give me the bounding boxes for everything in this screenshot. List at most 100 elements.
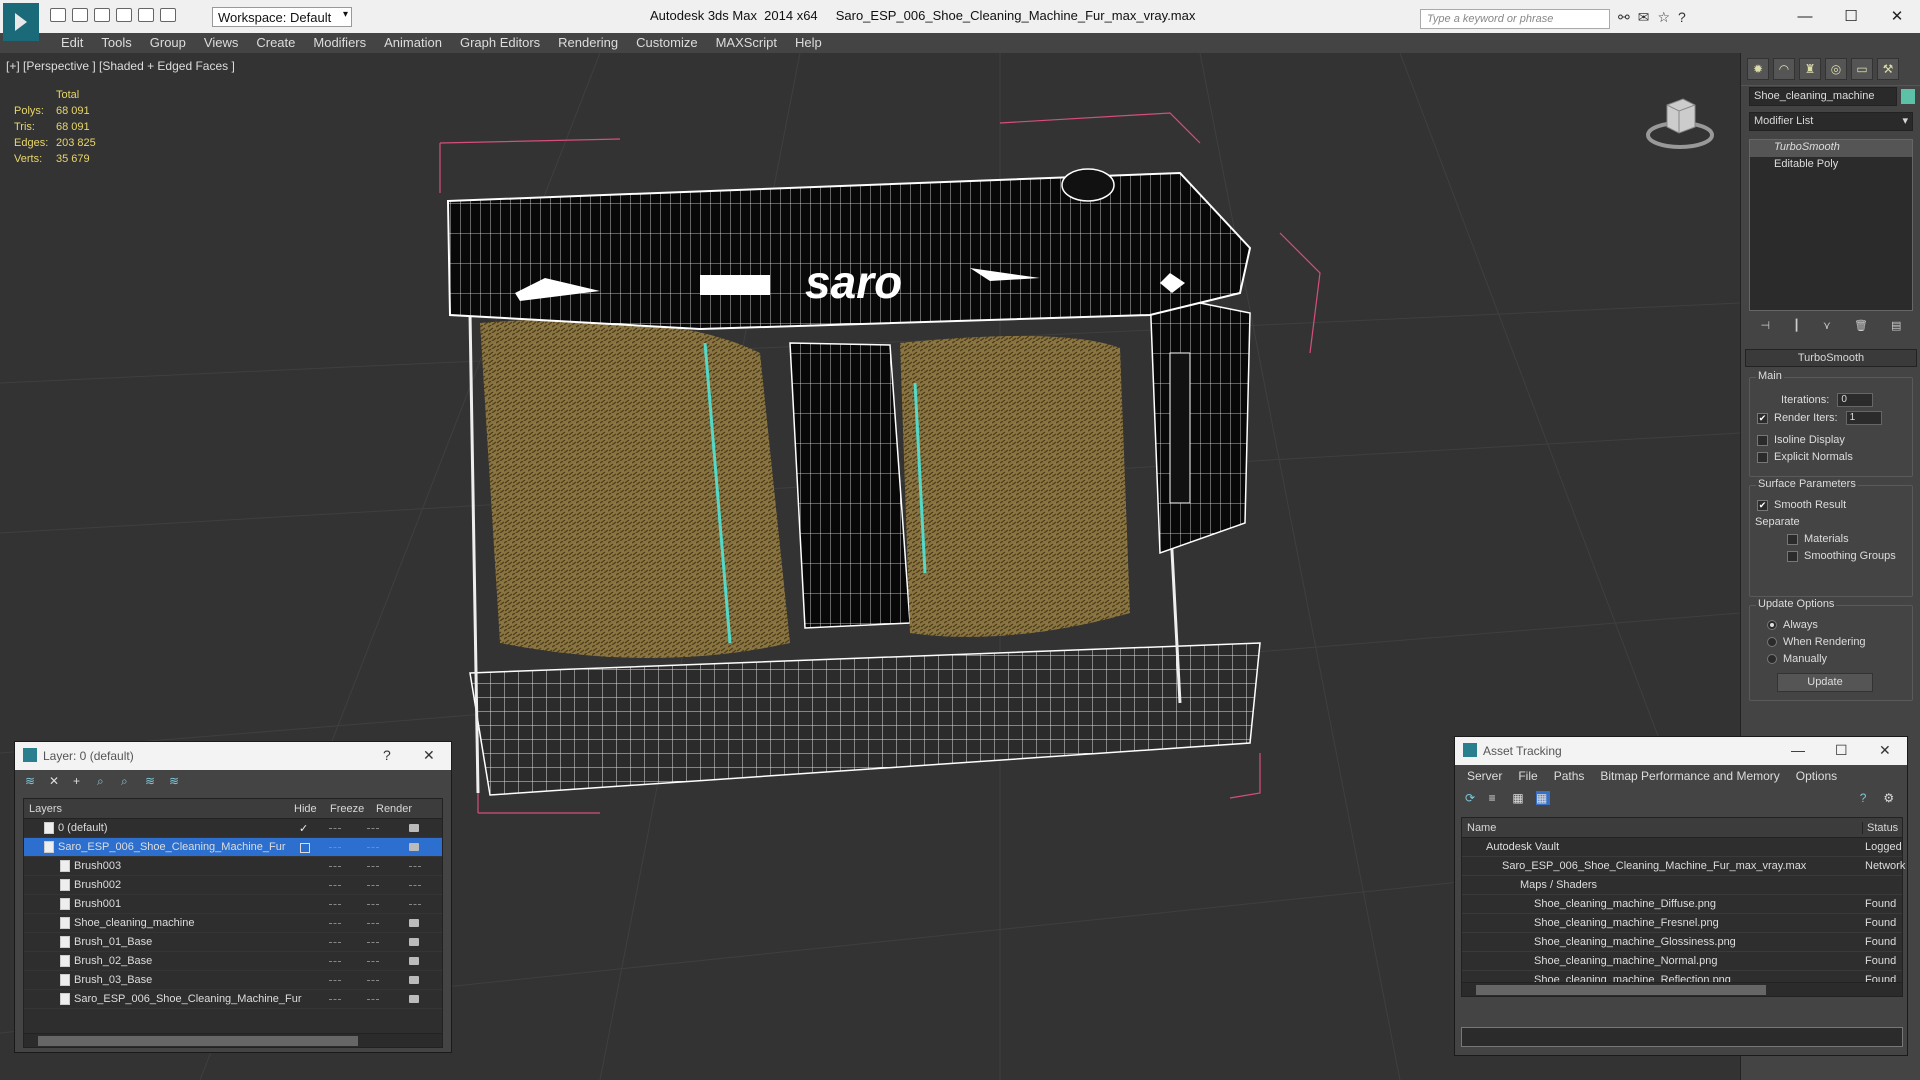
- redo-icon[interactable]: [138, 8, 154, 22]
- modifier-list-dropdown[interactable]: Modifier List: [1749, 112, 1913, 131]
- utilities-tab-icon[interactable]: ⚒: [1877, 58, 1899, 80]
- layer-horizontal-scrollbar[interactable]: [24, 1033, 442, 1047]
- menu-views[interactable]: Views: [195, 33, 247, 53]
- open-file-icon[interactable]: [72, 8, 88, 22]
- explicit-normals-checkbox[interactable]: [1757, 451, 1768, 463]
- menu-modifiers[interactable]: Modifiers: [304, 33, 375, 53]
- workspace-dropdown[interactable]: Workspace: Default: [212, 7, 352, 27]
- freeze-all-icon[interactable]: ≋: [169, 774, 183, 788]
- asset-menu-bitmap[interactable]: Bitmap Performance and Memory: [1592, 769, 1787, 783]
- select-objects-icon[interactable]: ⌕: [97, 774, 111, 788]
- viewcube-icon[interactable]: [1645, 87, 1715, 151]
- display-tab-icon[interactable]: ▭: [1851, 58, 1873, 80]
- active-layer-check-icon[interactable]: ✓: [299, 822, 308, 835]
- menu-graph-editors[interactable]: Graph Editors: [451, 33, 549, 53]
- communication-icon[interactable]: ✉: [1638, 9, 1650, 26]
- new-file-icon[interactable]: [50, 8, 66, 22]
- layer-row[interactable]: 0 (default) ✓: [24, 819, 442, 838]
- highlight-layer-icon[interactable]: ⌕: [121, 774, 135, 788]
- menu-rendering[interactable]: Rendering: [549, 33, 627, 53]
- undo-icon[interactable]: [116, 8, 132, 22]
- layer-help-button[interactable]: ?: [383, 747, 391, 763]
- search-input[interactable]: Type a keyword or phrase: [1420, 9, 1610, 29]
- layer-row[interactable]: Brush001: [24, 895, 442, 914]
- asset-close-button[interactable]: ✕: [1879, 742, 1891, 759]
- layer-row[interactable]: Saro_ESP_006_Shoe_Cleaning_Machine_Fur: [24, 838, 442, 857]
- help-icon[interactable]: ?: [1678, 9, 1686, 26]
- layers-icon[interactable]: ≋: [25, 774, 39, 788]
- manually-radio[interactable]: [1767, 654, 1777, 664]
- menu-help[interactable]: Help: [786, 33, 831, 53]
- create-tab-icon[interactable]: ✹: [1747, 58, 1769, 80]
- asset-row[interactable]: Shoe_cleaning_machine_Fresnel.png Found: [1462, 914, 1902, 933]
- show-end-result-icon[interactable]: ┃: [1793, 319, 1800, 332]
- asset-row[interactable]: Saro_ESP_006_Shoe_Cleaning_Machine_Fur_m…: [1462, 857, 1905, 876]
- layer-row[interactable]: Shoe_cleaning_machine: [24, 914, 442, 933]
- layer-toggle-icon[interactable]: [300, 843, 310, 853]
- asset-horizontal-scrollbar[interactable]: [1462, 982, 1902, 996]
- remove-modifier-icon[interactable]: 🗑: [1854, 319, 1868, 332]
- asset-minimize-button[interactable]: —: [1791, 742, 1805, 758]
- delete-layer-icon[interactable]: ✕: [49, 774, 63, 788]
- update-button[interactable]: Update: [1777, 673, 1873, 692]
- materials-checkbox[interactable]: [1787, 533, 1798, 545]
- table-view-icon[interactable]: ▦: [1536, 791, 1550, 805]
- maximize-button[interactable]: ☐: [1828, 0, 1874, 32]
- layer-row[interactable]: Brush003: [24, 857, 442, 876]
- save-file-icon[interactable]: [94, 8, 110, 22]
- asset-panel-titlebar[interactable]: Asset Tracking — ☐ ✕: [1455, 737, 1907, 765]
- col-layers[interactable]: Layers: [24, 803, 294, 815]
- asset-help-icon[interactable]: ?: [1860, 791, 1874, 805]
- asset-menu-server[interactable]: Server: [1459, 769, 1510, 783]
- layer-row[interactable]: Saro_ESP_006_Shoe_Cleaning_Machine_Fur: [24, 990, 442, 1009]
- menu-tools[interactable]: Tools: [92, 33, 140, 53]
- col-render[interactable]: Render: [376, 803, 416, 815]
- menu-customize[interactable]: Customize: [627, 33, 706, 53]
- render-iters-checkbox[interactable]: ✔: [1757, 412, 1768, 424]
- asset-settings-icon[interactable]: ⚙: [1883, 791, 1897, 805]
- asset-row[interactable]: Maps / Shaders: [1462, 876, 1902, 895]
- hide-all-icon[interactable]: ≋: [145, 774, 159, 788]
- favorites-star-icon[interactable]: ☆: [1657, 9, 1670, 26]
- app-logo-icon[interactable]: [3, 3, 39, 41]
- motion-tab-icon[interactable]: ◎: [1825, 58, 1847, 80]
- always-radio[interactable]: [1767, 620, 1777, 630]
- pin-stack-icon[interactable]: ⊣: [1761, 319, 1771, 332]
- iterations-spinner[interactable]: 0: [1837, 393, 1874, 407]
- menu-create[interactable]: Create: [247, 33, 304, 53]
- list-view-icon[interactable]: ≡: [1489, 791, 1503, 805]
- layer-panel-titlebar[interactable]: Layer: 0 (default) ? ✕: [15, 742, 451, 770]
- asset-row[interactable]: Shoe_cleaning_machine_Glossiness.png Foun…: [1462, 933, 1902, 952]
- add-layer-icon[interactable]: +: [73, 774, 87, 788]
- layer-row[interactable]: Brush002: [24, 876, 442, 895]
- object-color-swatch[interactable]: [1901, 89, 1915, 104]
- stack-item-editable-poly[interactable]: Editable Poly: [1750, 157, 1912, 174]
- asset-row[interactable]: Shoe_cleaning_machine_Normal.png Found: [1462, 952, 1902, 971]
- menu-animation[interactable]: Animation: [375, 33, 451, 53]
- thumbnail-view-icon[interactable]: ▦: [1512, 791, 1526, 805]
- menu-group[interactable]: Group: [141, 33, 195, 53]
- layer-close-button[interactable]: ✕: [423, 747, 435, 764]
- asset-row[interactable]: Shoe_cleaning_machine_Diffuse.png Found: [1462, 895, 1902, 914]
- isoline-display-checkbox[interactable]: [1757, 434, 1768, 446]
- minimize-button[interactable]: —: [1782, 0, 1828, 32]
- project-folder-icon[interactable]: [160, 8, 176, 22]
- binoculars-icon[interactable]: ⚯: [1618, 9, 1630, 26]
- asset-menu-options[interactable]: Options: [1788, 769, 1845, 783]
- stack-item-turbosmooth[interactable]: TurboSmooth: [1750, 140, 1912, 157]
- hierarchy-tab-icon[interactable]: ♜: [1799, 58, 1821, 80]
- refresh-icon[interactable]: ⟳: [1465, 791, 1479, 805]
- viewport-label[interactable]: [+] [Perspective ] [Shaded + Edged Faces…: [6, 59, 235, 73]
- col-hide[interactable]: Hide: [294, 803, 330, 815]
- asset-row[interactable]: Autodesk Vault Logged: [1462, 838, 1902, 857]
- menu-maxscript[interactable]: MAXScript: [707, 33, 786, 53]
- col-name[interactable]: Name: [1462, 822, 1862, 834]
- layer-row[interactable]: Brush_02_Base: [24, 952, 442, 971]
- layer-row[interactable]: Brush_03_Base: [24, 971, 442, 990]
- col-status[interactable]: Status: [1862, 821, 1902, 834]
- modify-tab-icon[interactable]: ◠: [1773, 58, 1795, 80]
- layer-row[interactable]: Brush_01_Base: [24, 933, 442, 952]
- close-button[interactable]: ✕: [1874, 0, 1920, 32]
- turbosmooth-rollout-header[interactable]: TurboSmooth: [1745, 349, 1917, 367]
- asset-maximize-button[interactable]: ☐: [1835, 742, 1848, 759]
